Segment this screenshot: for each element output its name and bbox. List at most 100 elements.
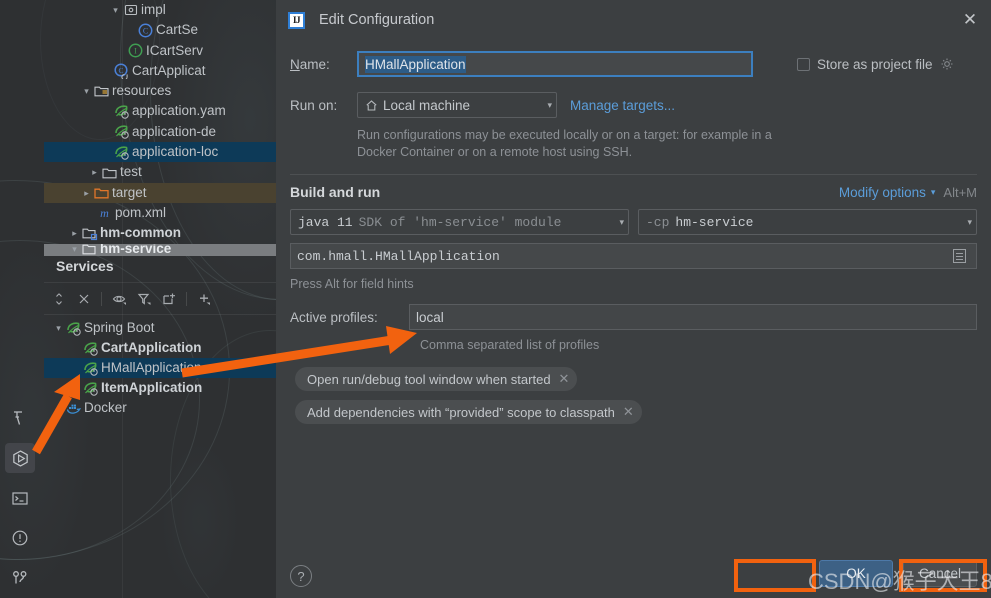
run-on-dropdown[interactable]: Local machine ▾: [357, 92, 557, 118]
dialog-title-bar: IJ Edit Configuration ✕: [276, 0, 991, 40]
services-tree-row[interactable]: ItemApplication: [44, 378, 276, 398]
tree-row[interactable]: ▸ hm-common: [44, 223, 276, 243]
filter-icon[interactable]: [133, 288, 155, 310]
sdk-dropdown[interactable]: java 11 SDK of 'hm-service' module ▾: [290, 209, 629, 235]
tree-row-label: ICartServ: [146, 42, 204, 58]
tree-row[interactable]: ▾ impl: [44, 0, 276, 20]
active-profiles-row: Active profiles: local: [290, 304, 977, 330]
main-class-input[interactable]: com.hmall.HMallApplication: [290, 243, 977, 269]
services-tree-row[interactable]: ▾ Spring Boot: [44, 318, 276, 338]
dialog-body: Name: HMallApplication Store as project …: [276, 50, 991, 424]
chevron-down-icon[interactable]: ▾: [52, 318, 65, 338]
show-hidden-icon[interactable]: [108, 288, 130, 310]
maven-icon: m: [96, 206, 113, 220]
divider: [290, 174, 977, 175]
services-tree-row-label: Spring Boot: [84, 320, 155, 335]
modify-options-shortcut: Alt+M: [943, 184, 977, 200]
store-as-project-file-checkbox[interactable]: [797, 57, 810, 71]
version-control-icon[interactable]: [5, 563, 35, 593]
active-profiles-value: local: [416, 309, 444, 325]
tree-row[interactable]: m pom.xml: [44, 203, 276, 223]
modify-options-link[interactable]: Modify options: [839, 185, 926, 200]
store-as-project-file-row[interactable]: Store as project file: [797, 57, 955, 72]
folder-icon: [101, 166, 118, 180]
chevron-down-icon[interactable]: ▾: [80, 81, 93, 101]
services-tree-row-selected[interactable]: HMallApplication: [44, 358, 276, 378]
project-tree[interactable]: ▾ impl C CartSe I ICartServ C CartApplic…: [44, 0, 276, 256]
chevron-right-icon[interactable]: ▸: [68, 223, 81, 243]
main-class-row: com.hmall.HMallApplication: [290, 243, 977, 269]
chevron-down-icon[interactable]: ▾: [961, 217, 972, 228]
tree-row-selected[interactable]: application-loc: [44, 142, 276, 163]
tree-row[interactable]: application-de: [44, 122, 276, 142]
cancel-button-highlight: [899, 559, 987, 592]
run-on-help-text: Run configurations may be executed local…: [357, 128, 772, 159]
tree-row[interactable]: application.yam: [44, 101, 276, 121]
run-on-label: Run on:: [290, 97, 338, 113]
expand-collapse-icon[interactable]: [48, 288, 70, 310]
gear-icon[interactable]: [940, 57, 955, 72]
expand-editor-icon[interactable]: [953, 249, 966, 263]
help-button[interactable]: ?: [290, 565, 312, 587]
tree-row[interactable]: C CartApplicat: [44, 61, 276, 81]
chevron-down-icon[interactable]: ▾: [541, 100, 552, 111]
toolbar-separator: [186, 292, 187, 306]
build-and-run-title: Build and run: [290, 184, 381, 200]
svg-text:C: C: [143, 27, 148, 36]
collapse-all-icon[interactable]: [73, 288, 95, 310]
tree-row[interactable]: I ICartServ: [44, 41, 276, 61]
option-chip[interactable]: Add dependencies with “provided” scope t…: [295, 400, 642, 424]
package-icon: [122, 3, 139, 17]
tree-row[interactable]: ▸ target: [44, 182, 276, 203]
chevron-down-icon[interactable]: ▾: [613, 217, 624, 228]
tree-row-label: hm-common: [100, 225, 181, 241]
chevron-right-icon[interactable]: ▸: [88, 162, 101, 182]
chevron-down-icon[interactable]: ▾: [926, 187, 936, 198]
services-tree[interactable]: ▾ Spring Boot CartApplication HMallAppli…: [44, 318, 276, 418]
option-chip-row: Add dependencies with “provided” scope t…: [295, 400, 977, 424]
tree-row[interactable]: ▾ resources: [44, 81, 276, 101]
main-class-value: com.hmall.HMallApplication: [297, 248, 500, 264]
option-chip-label: Open run/debug tool window when started: [307, 371, 551, 387]
classpath-dropdown[interactable]: -cp hm-service ▾: [638, 209, 977, 235]
tree-row-label: test: [120, 164, 142, 180]
spring-yaml-icon: [113, 145, 130, 160]
active-profiles-input[interactable]: local: [409, 304, 977, 330]
field-hints-text: Press Alt for field hints: [290, 277, 414, 291]
terminal-icon[interactable]: [5, 483, 35, 513]
services-tree-row[interactable]: CartApplication: [44, 338, 276, 358]
folder-excluded-icon: [93, 186, 110, 200]
sdk-cp-row: java 11 SDK of 'hm-service' module ▾ -cp…: [290, 209, 977, 235]
tree-row-label: application.yam: [132, 103, 226, 119]
option-chip-label: Add dependencies with “provided” scope t…: [307, 404, 615, 420]
chevron-down-icon[interactable]: ▾: [109, 0, 122, 20]
close-icon[interactable]: ✕: [959, 9, 981, 31]
problems-icon[interactable]: [5, 523, 35, 553]
services-icon[interactable]: [5, 443, 35, 473]
ok-button[interactable]: OK: [819, 560, 893, 587]
active-profiles-label: Active profiles:: [290, 309, 378, 325]
svg-text:m: m: [100, 206, 109, 220]
open-in-new-window-icon[interactable]: [158, 288, 180, 310]
services-tree-row-label: CartApplication: [101, 340, 202, 355]
manage-targets-link[interactable]: Manage targets...: [570, 98, 675, 113]
tree-row[interactable]: C CartSe: [44, 20, 276, 40]
name-input[interactable]: HMallApplication: [357, 51, 753, 77]
interface-icon: I: [127, 43, 144, 58]
remove-chip-icon[interactable]: ✕: [559, 371, 570, 387]
services-tree-row[interactable]: Docker: [44, 398, 276, 418]
toolbar-separator: [101, 292, 102, 306]
tree-row-label: application-de: [132, 123, 217, 139]
tree-row[interactable]: ▸ test: [44, 162, 276, 182]
home-icon: [365, 99, 378, 112]
chevron-right-icon[interactable]: ▸: [80, 183, 93, 203]
option-chip[interactable]: Open run/debug tool window when started …: [295, 367, 578, 391]
sdk-value-detail: SDK of 'hm-service' module: [358, 214, 562, 230]
module-icon: [81, 226, 98, 241]
add-service-icon[interactable]: [193, 288, 215, 310]
spring-class-icon: C: [113, 63, 130, 80]
svg-text:I: I: [134, 47, 137, 56]
classpath-flag: -cp: [646, 214, 670, 230]
build-icon[interactable]: [5, 403, 35, 433]
remove-chip-icon[interactable]: ✕: [623, 404, 634, 420]
